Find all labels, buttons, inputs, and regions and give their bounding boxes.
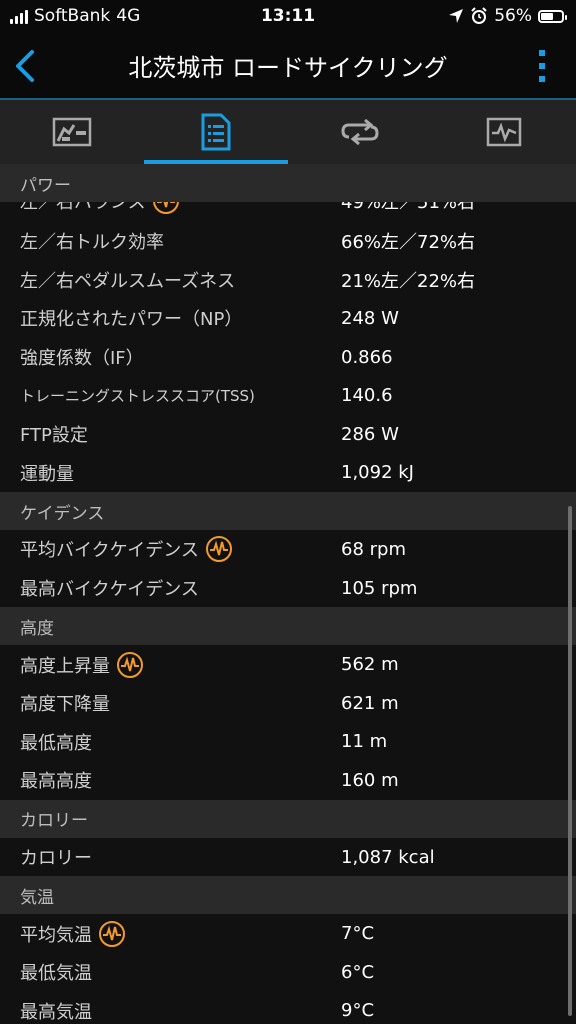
section-header-elevation: 高度 [0,607,576,646]
row-value: 6°C [341,961,375,983]
row-label: 最低気温 [20,963,92,985]
row-label: 高度下降量 [20,694,110,716]
row-value: 140.6 [341,385,393,407]
row-label: 左／右ペダルスムーズネス [20,270,236,292]
detail-row: 平均気温 7°C [0,914,576,953]
row-value: 21%左／22%右 [341,270,476,292]
status-bar: SoftBank 4G 13:11 56% [0,0,576,34]
alarm-clock-icon [471,7,487,24]
detail-row: 高度上昇量 562 m [0,645,576,684]
row-label: カロリー [20,848,92,870]
row-value: 68 rpm [341,538,406,560]
detail-row: 最低高度 11 m [0,723,576,762]
details-list[interactable]: パワー 左／右バランス 49%左／51%右 左／右トルク効率 66%左／72%右… [0,164,576,1024]
row-value: 160 m [341,769,399,791]
row-label: 左／右バランス [20,202,146,214]
detail-row: 最高高度 160 m [0,761,576,800]
detail-row: FTP設定 286 W [0,415,576,454]
page-title: 北茨城市 ロードサイクリング [128,54,448,82]
row-value: 1,087 kcal [341,846,435,868]
detail-row: 平均バイクケイデンス 68 rpm [0,530,576,569]
detail-row: 高度下降量 621 m [0,684,576,723]
row-value: 66%左／72%右 [341,232,476,254]
scrollbar[interactable] [568,506,572,1016]
detail-row: 左／右バランス 49%左／51%右 [0,202,576,221]
row-value: 286 W [341,423,399,445]
document-list-icon [201,113,231,151]
tab-chart[interactable] [0,100,144,164]
detail-row: 左／右ペダルスムーズネス 21%左／22%右 [0,261,576,300]
row-label: 最高高度 [20,771,92,793]
detail-row: カロリー 1,087 kcal [0,838,576,877]
tab-bar [0,100,576,164]
detail-row: 最低気温 6°C [0,953,576,992]
back-arrow-icon[interactable] [10,48,46,84]
detail-row: 最高バイクケイデンス 105 rpm [0,569,576,608]
row-label: FTP設定 [20,425,88,447]
location-arrow-icon [449,9,464,23]
graph-icon[interactable] [98,920,126,948]
row-value: 9°C [341,1000,375,1022]
row-label: 左／右トルク効率 [20,232,164,254]
row-label: 最高気温 [20,1001,92,1023]
partial-row-balance: 左／右バランス 49%左／51%右 [0,202,576,222]
detail-row: 正規化されたパワー（NP） 248 W [0,299,576,338]
row-label: 運動量 [20,463,74,485]
graph-icon[interactable] [116,651,144,679]
tab-details[interactable] [144,100,288,164]
row-label: 平均バイクケイデンス [20,540,199,562]
row-label: トレーニングストレススコア(TSS) [20,387,255,406]
row-label: 平均気温 [20,924,92,946]
battery-percent: 56% [494,6,532,26]
row-label: 最低高度 [20,732,92,754]
section-header-calories: カロリー [0,799,576,838]
loop-icon [341,119,379,145]
row-label: 正規化されたパワー（NP） [20,309,243,331]
activity-graph-icon [486,117,522,147]
row-value: 105 rpm [341,577,418,599]
section-header-temperature: 気温 [0,876,576,915]
chart-icon [52,117,92,147]
detail-row: 強度係数（IF） 0.866 [0,338,576,377]
row-value: 248 W [341,307,399,329]
section-header-cadence: ケイデンス [0,492,576,531]
more-vertical-icon[interactable] [532,48,552,84]
battery-icon [538,9,567,23]
status-right: 56% [448,6,567,26]
row-value: 11 m [341,731,388,753]
detail-row: 左／右トルク効率 66%左／72%右 [0,222,576,261]
row-value: 562 m [341,654,399,676]
row-value: 1,092 kJ [341,462,414,484]
detail-row: トレーニングストレススコア(TSS) 140.6 [0,376,576,415]
row-value: 0.866 [341,346,393,368]
row-value: 7°C [341,923,375,945]
graph-icon[interactable] [152,202,180,215]
section-header-power: パワー [0,164,576,202]
graph-icon[interactable] [205,535,233,563]
row-value: 49%左／51%右 [341,202,476,214]
detail-row: 最高気温 9°C [0,992,576,1024]
row-label: 強度係数（IF） [20,348,144,370]
app-header: 北茨城市 ロードサイクリング [0,34,576,100]
row-label: 高度上昇量 [20,655,110,677]
row-label: 最高バイクケイデンス [20,579,199,601]
detail-row: 運動量 1,092 kJ [0,454,576,493]
row-value: 621 m [341,692,399,714]
tab-graphs[interactable] [432,100,576,164]
tab-laps[interactable] [288,100,432,164]
